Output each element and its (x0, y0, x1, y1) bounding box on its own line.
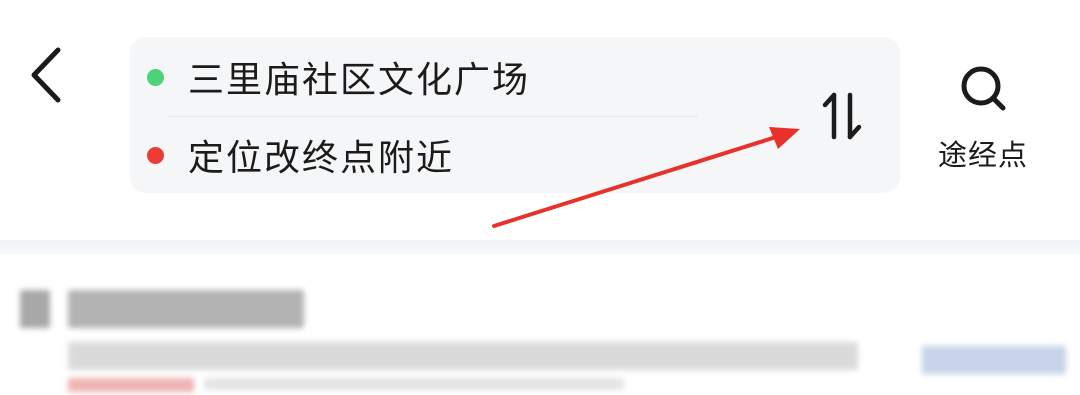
navigation-header: 三里庙社区文化广场 定位改终点附近 途经点 (0, 0, 1080, 240)
route-input-card: 三里庙社区文化广场 定位改终点附近 (130, 37, 900, 193)
chevron-left-icon (31, 47, 61, 103)
route-divider (168, 116, 698, 117)
back-button[interactable] (22, 44, 78, 106)
start-dot-icon (147, 68, 164, 86)
section-divider (0, 240, 1080, 254)
blurred-content (68, 342, 858, 370)
start-location-field[interactable]: 三里庙社区文化广场 (130, 41, 750, 113)
end-location-field[interactable]: 定位改终点附近 (130, 119, 750, 191)
start-location-text: 三里庙社区文化广场 (188, 60, 531, 101)
blurred-content (68, 378, 194, 392)
blurred-content (204, 378, 624, 390)
end-dot-icon (147, 146, 164, 164)
blurred-content (68, 290, 304, 328)
add-waypoint-button[interactable]: 途经点 (928, 58, 1038, 172)
waypoint-label: 途经点 (937, 138, 1028, 172)
swap-route-button[interactable] (812, 85, 874, 147)
swap-vertical-icon (822, 92, 862, 140)
search-icon (961, 66, 1006, 111)
route-result-list (0, 254, 1080, 395)
blurred-content (922, 346, 1066, 374)
end-location-text: 定位改终点附近 (188, 138, 455, 179)
blurred-content (20, 290, 50, 328)
